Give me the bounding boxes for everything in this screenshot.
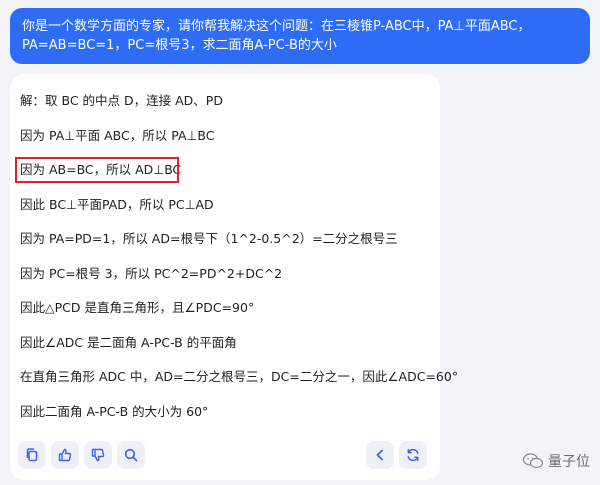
previous-answer-button[interactable] xyxy=(366,441,394,469)
answer-action-toolbar xyxy=(18,438,432,472)
answer-line: 因为 PC=根号 3，所以 PC^2=PD^2+DC^2 xyxy=(20,265,283,281)
answer-line: 因为 PA=PD=1，所以 AD=根号下（1^2-0.5^2）=二分之根号三 xyxy=(20,231,398,246)
answer-line-highlighted: 因为 AB=BC，所以 AD⊥BC xyxy=(15,153,432,188)
watermark-text: 量子位 xyxy=(548,454,590,470)
dislike-button[interactable] xyxy=(84,441,112,469)
refresh-icon xyxy=(407,448,419,462)
answer-line: 因此二面角 A-PC-B 的大小为 60° xyxy=(20,403,209,419)
watermark: 量子位 xyxy=(522,451,590,471)
chat-page: 你是一个数学方面的专家，请你帮我解决这个问题：在三棱锥P-ABC中，PA⊥平面A… xyxy=(0,0,600,485)
user-message-text: 你是一个数学方面的专家，请你帮我解决这个问题：在三棱锥P-ABC中，PA⊥平面A… xyxy=(22,19,531,53)
search-button[interactable] xyxy=(117,441,145,469)
thumbs-down-icon xyxy=(91,448,105,462)
thumbs-up-icon xyxy=(58,448,72,462)
regenerate-button[interactable] xyxy=(399,441,427,469)
answer-line: 因此△PCD 是直角三角形，且∠PDC=90° xyxy=(20,300,255,315)
answer-line: 因此∠ADC 是二面角 A-PC-B 的平面角 xyxy=(20,334,237,350)
user-message-bubble: 你是一个数学方面的专家，请你帮我解决这个问题：在三棱锥P-ABC中，PA⊥平面A… xyxy=(10,8,590,64)
answer-line: 解：取 BC 的中点 D，连接 AD、PD xyxy=(20,93,223,108)
copy-icon xyxy=(26,448,38,462)
wechat-logo-icon xyxy=(522,453,544,469)
answer-line: 因此 BC⊥平面PAD，所以 PC⊥AD xyxy=(20,196,214,212)
answer-line: 在直角三角形 ADC 中，AD=二分之根号三，DC=二分之一，因此∠ADC=60… xyxy=(20,369,459,384)
like-button[interactable] xyxy=(51,441,79,469)
copy-button[interactable] xyxy=(18,441,46,469)
assistant-answer-card: 解：取 BC 的中点 D，连接 AD、PD 因为 PA⊥平面 ABC，所以 PA… xyxy=(10,74,459,480)
answer-line: 因为 PA⊥平面 ABC，所以 PA⊥BC xyxy=(20,127,215,143)
chevron-left-icon xyxy=(376,449,383,461)
search-icon xyxy=(124,448,138,462)
